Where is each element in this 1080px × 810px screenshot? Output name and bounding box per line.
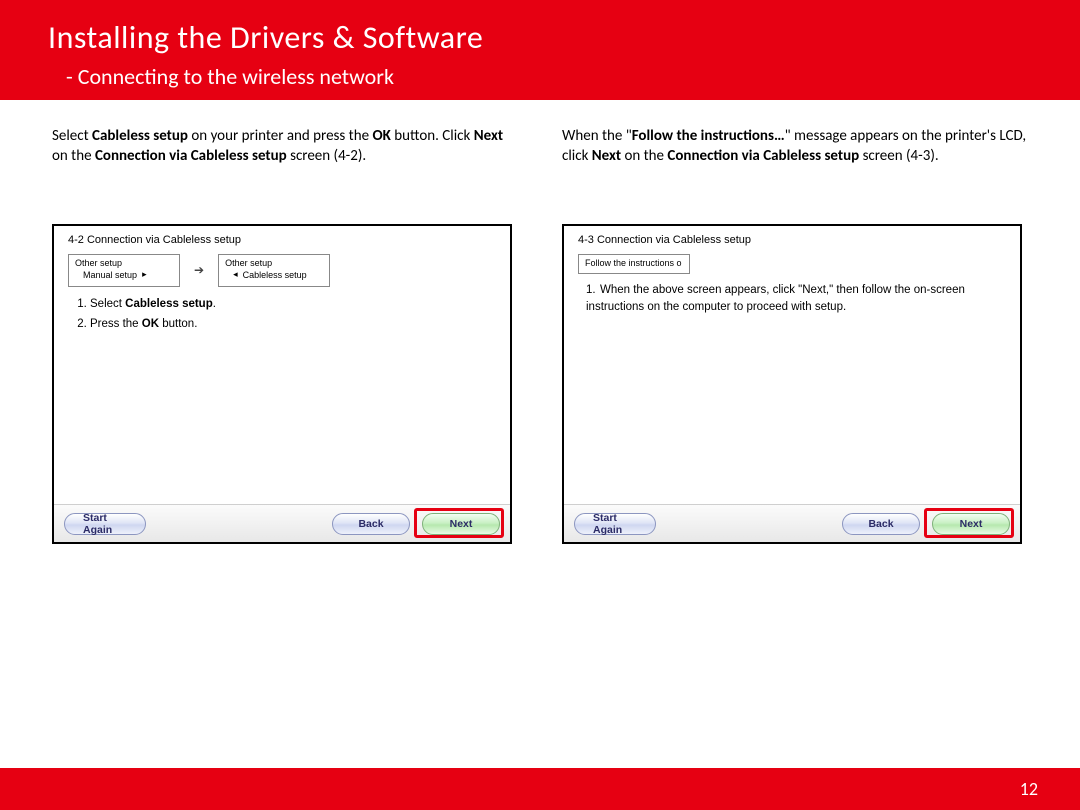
dialog-body: 1.When the above screen appears, click "… — [564, 282, 1020, 315]
dialog-button-bar: Start Again Back Next — [564, 504, 1020, 542]
lcd-screen: Follow the instructions o — [578, 254, 690, 274]
footer-band: 12 — [0, 768, 1080, 810]
page-title: Installing the Drivers & Software — [48, 18, 1080, 57]
back-button[interactable]: Back — [332, 513, 410, 535]
left-column: Select Cableless setup on your printer a… — [52, 126, 522, 544]
dialog-title: 4-3 Connection via Cableless setup — [564, 226, 1020, 252]
right-caret-icon: ▸ — [142, 269, 147, 280]
right-instruction: When the "Follow the instructions…" mess… — [562, 126, 1032, 188]
right-column: When the "Follow the instructions…" mess… — [562, 126, 1032, 544]
lcd-screen-1: Other setup Manual setup ▸ — [68, 254, 180, 287]
dialog-title: 4-2 Connection via Cableless setup — [54, 226, 510, 252]
next-button[interactable]: Next — [932, 513, 1010, 535]
left-caret-icon: ◂ — [233, 269, 238, 280]
dialog-button-bar: Start Again Back Next — [54, 504, 510, 542]
start-again-button[interactable]: Start Again — [64, 513, 146, 535]
page-number: 12 — [1020, 778, 1038, 800]
header-band: Installing the Drivers & Software - Conn… — [0, 0, 1080, 100]
left-instruction: Select Cableless setup on your printer a… — [52, 126, 522, 188]
dialog-4-3: 4-3 Connection via Cableless setup Follo… — [562, 224, 1022, 544]
page-subtitle: - Connecting to the wireless network — [66, 63, 1080, 90]
dialog-body: Select Cableless setup. Press the OK but… — [54, 295, 510, 334]
dialog-4-2: 4-2 Connection via Cableless setup Other… — [52, 224, 512, 544]
start-again-button[interactable]: Start Again — [574, 513, 656, 535]
lcd-screen-2: Other setup ◂ Cableless setup — [218, 254, 330, 287]
back-button[interactable]: Back — [842, 513, 920, 535]
next-button[interactable]: Next — [422, 513, 500, 535]
arrow-right-icon: ➔ — [194, 263, 204, 277]
